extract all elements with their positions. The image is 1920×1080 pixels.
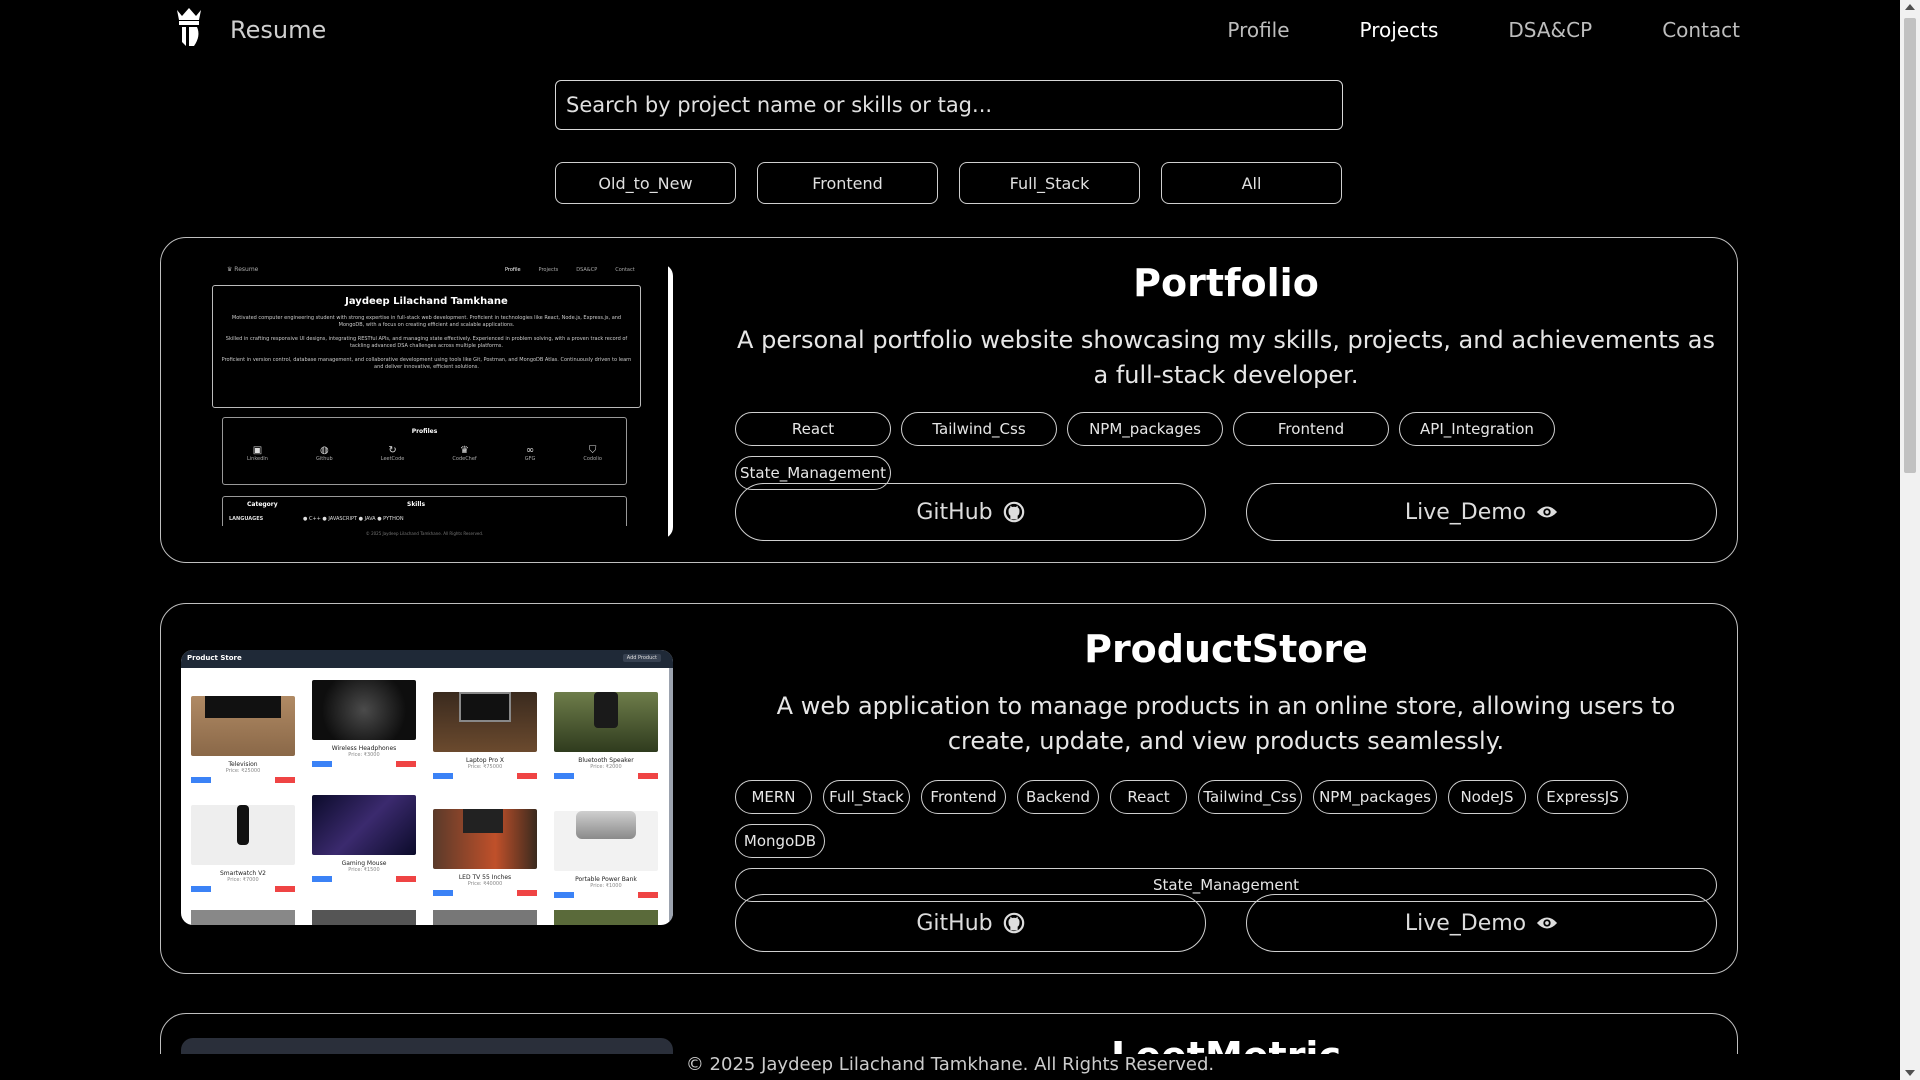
github-button[interactable]: GitHub <box>735 894 1206 952</box>
brand-name[interactable]: Resume <box>230 16 326 44</box>
nav-link-projects[interactable]: Projects <box>1360 18 1439 42</box>
preview-product-card: Smartwatch V2 Price: ₹7000 <box>191 795 295 892</box>
filter-all-button[interactable]: All <box>1161 162 1342 204</box>
filter-full-stack-button[interactable]: Full_Stack <box>959 162 1140 204</box>
nav-links: Profile Projects DSA&CP Contact <box>1227 18 1740 42</box>
project-preview-productstore[interactable]: Product Store Add Product Television Pric… <box>181 650 673 925</box>
tag[interactable]: NPM_packages <box>1313 780 1437 814</box>
tag[interactable]: React <box>735 412 891 446</box>
tag[interactable]: NPM_packages <box>1067 412 1223 446</box>
preview-product-image <box>554 910 658 925</box>
crown-logo-icon[interactable] <box>174 6 204 50</box>
preview-header: Product Store Add Product <box>181 650 673 668</box>
nav-link-contact[interactable]: Contact <box>1662 18 1740 42</box>
preview-product-card: Portable Power Bank Price: ₹1000 <box>554 795 658 898</box>
preview-product-image <box>312 910 416 925</box>
github-button[interactable]: GitHub <box>735 483 1206 541</box>
project-title: Portfolio <box>1133 261 1319 305</box>
project-title: ProductStore <box>1084 627 1368 671</box>
preview-product-image <box>433 910 537 925</box>
top-navbar: Resume Profile Projects DSA&CP Contact <box>0 0 1900 62</box>
scroll-down-arrow-icon[interactable] <box>1905 1070 1915 1076</box>
live-demo-button-label: Live_Demo <box>1404 910 1527 936</box>
github-icon <box>1003 912 1024 934</box>
project-card-portfolio: ♛ Resume Profile Projects DSA&CP Contact… <box>160 237 1738 563</box>
tag[interactable]: React <box>1110 780 1187 814</box>
preview-nav: Profile Projects DSA&CP Contact <box>505 267 635 273</box>
tag[interactable]: ExpressJS <box>1537 780 1628 814</box>
project-tags: MERN Full_Stack Frontend Backend React T… <box>735 780 1717 902</box>
tag[interactable]: Tailwind_Css <box>1198 780 1302 814</box>
live-demo-button[interactable]: Live_Demo <box>1246 483 1717 541</box>
preview-product-card: Gaming Mouse Price: ₹1500 <box>312 795 416 882</box>
filter-old-to-new-button[interactable]: Old_to_New <box>555 162 736 204</box>
preview-footer: © 2025 Jaydeep Lilachand Tamkhane. All R… <box>365 531 484 536</box>
github-icon <box>1003 501 1024 523</box>
tag[interactable]: Tailwind_Css <box>901 412 1057 446</box>
preview-product-card: LED TV 55 Inches Price: ₹40000 <box>433 795 537 896</box>
tag[interactable]: MERN <box>735 780 812 814</box>
preview-skills-table: Category Skills LANGUAGES ● C++ ● JAVASC… <box>222 496 627 526</box>
eye-icon <box>1537 506 1558 518</box>
search-input[interactable] <box>555 80 1343 130</box>
tag[interactable]: NodeJS <box>1448 780 1526 814</box>
preview-intro-box: Jaydeep Lilachand Tamkhane Motivated com… <box>212 285 641 408</box>
project-card-productstore: Product Store Add Product Television Pric… <box>160 603 1738 974</box>
project-tags: React Tailwind_Css NPM_packages Frontend… <box>735 412 1717 490</box>
github-button-label: GitHub <box>916 499 993 525</box>
page-footer: © 2025 Jaydeep Lilachand Tamkhane. All R… <box>0 1054 1900 1080</box>
scroll-up-arrow-icon[interactable] <box>1905 4 1915 10</box>
preview-product-card: Television Price: ₹25000 <box>191 680 295 783</box>
live-demo-button[interactable]: Live_Demo <box>1246 894 1717 952</box>
eye-icon <box>1537 917 1558 929</box>
scrollbar-thumb[interactable] <box>1904 18 1916 473</box>
filter-bar: Old_to_New Frontend Full_Stack All <box>555 162 1342 204</box>
project-preview-portfolio[interactable]: ♛ Resume Profile Projects DSA&CP Contact… <box>181 264 673 539</box>
tag[interactable]: Frontend <box>1233 412 1389 446</box>
project-description: A web application to manage products in … <box>776 692 1676 755</box>
project-description: A personal portfolio website showcasing … <box>737 326 1715 389</box>
preview-product-card: Wireless Headphones Price: ₹3000 <box>312 680 416 767</box>
nav-link-dsa-cp[interactable]: DSA&CP <box>1508 18 1592 42</box>
tag[interactable]: Backend <box>1017 780 1099 814</box>
preview-product-card: Laptop Pro X Price: ₹75000 <box>433 680 537 779</box>
page-scrollbar[interactable] <box>1900 0 1920 1080</box>
preview-product-card: Bluetooth Speaker Price: ₹2000 <box>554 680 658 779</box>
preview-brand: ♛ Resume <box>227 266 259 273</box>
tag[interactable]: Full_Stack <box>823 780 910 814</box>
tag[interactable]: MongoDB <box>735 824 825 858</box>
github-button-label: GitHub <box>916 910 993 936</box>
nav-link-profile[interactable]: Profile <box>1227 18 1289 42</box>
live-demo-button-label: Live_Demo <box>1404 499 1527 525</box>
filter-frontend-button[interactable]: Frontend <box>757 162 938 204</box>
tag[interactable]: API_Integration <box>1399 412 1555 446</box>
tag[interactable]: Frontend <box>921 780 1006 814</box>
preview-profiles-box: Profiles ▣ LinkedIn ◍ Github ↻ LeetCode ♛ Co… <box>222 417 627 485</box>
preview-scrollbar <box>668 264 673 539</box>
preview-product-image <box>191 910 295 925</box>
preview-scrollbar <box>669 668 673 925</box>
